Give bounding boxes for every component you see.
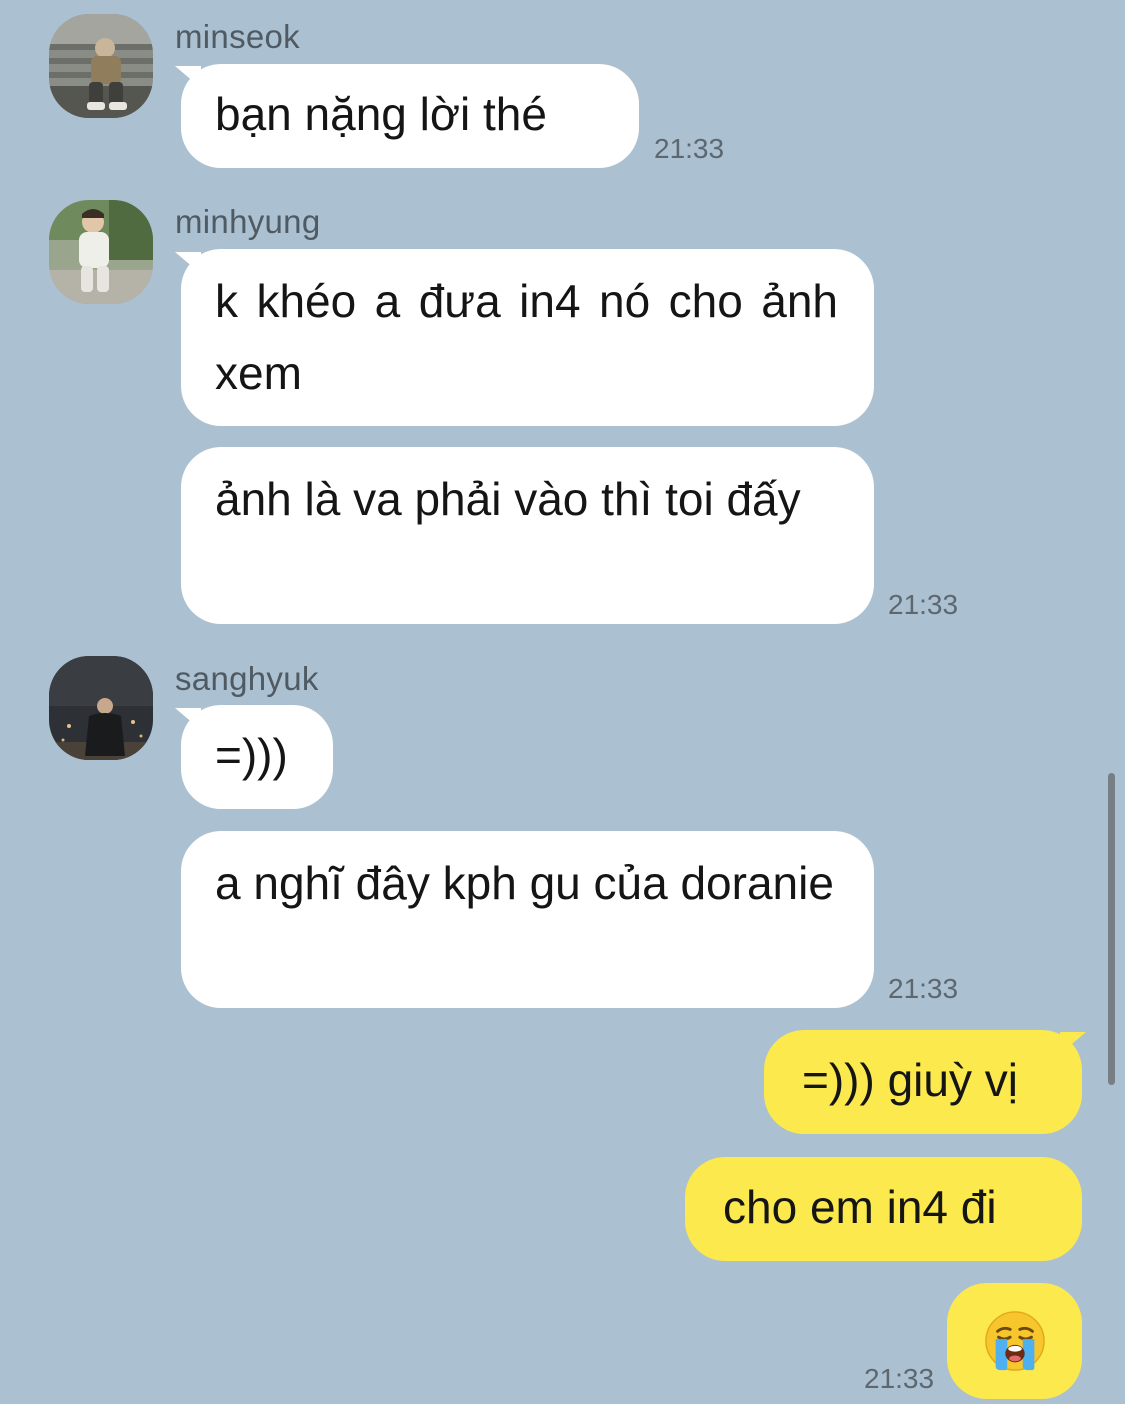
my-message-bubble[interactable]: cho em in4 đi <box>685 1157 1082 1261</box>
avatar-minhyung[interactable] <box>49 200 153 304</box>
avatar-minseok[interactable] <box>49 14 153 118</box>
sender-name: minhyung <box>175 203 321 240</box>
message-bubble[interactable]: k khéo a đưa in4 nó cho ảnh xem <box>181 249 874 426</box>
message-bubble[interactable]: ảnh là va phải vào thì toi đấy <box>181 447 874 624</box>
chat-thread[interactable]: minseok bạn nặng lời thé 21:33 minhyung … <box>0 0 1125 1404</box>
message-timestamp: 21:33 <box>654 133 725 164</box>
my-message-bubble[interactable]: =))) giuỳ vị <box>764 1030 1082 1134</box>
message-timestamp: 21:33 <box>888 973 959 1004</box>
loudly-crying-face-icon <box>984 1311 1045 1371</box>
my-message-bubble[interactable] <box>947 1283 1082 1399</box>
message-bubble[interactable]: =))) <box>181 705 333 809</box>
scrollbar[interactable] <box>1108 773 1115 1085</box>
sender-name: sanghyuk <box>175 660 319 697</box>
message-timestamp: 21:33 <box>888 589 959 620</box>
message-bubble[interactable]: bạn nặng lời thé <box>181 64 639 168</box>
message-timestamp: 21:33 <box>864 1363 935 1394</box>
sender-name: minseok <box>175 18 300 55</box>
message-bubble[interactable]: a nghĩ đây kph gu của doranie <box>181 831 874 1008</box>
avatar-sanghyuk[interactable] <box>49 656 153 760</box>
